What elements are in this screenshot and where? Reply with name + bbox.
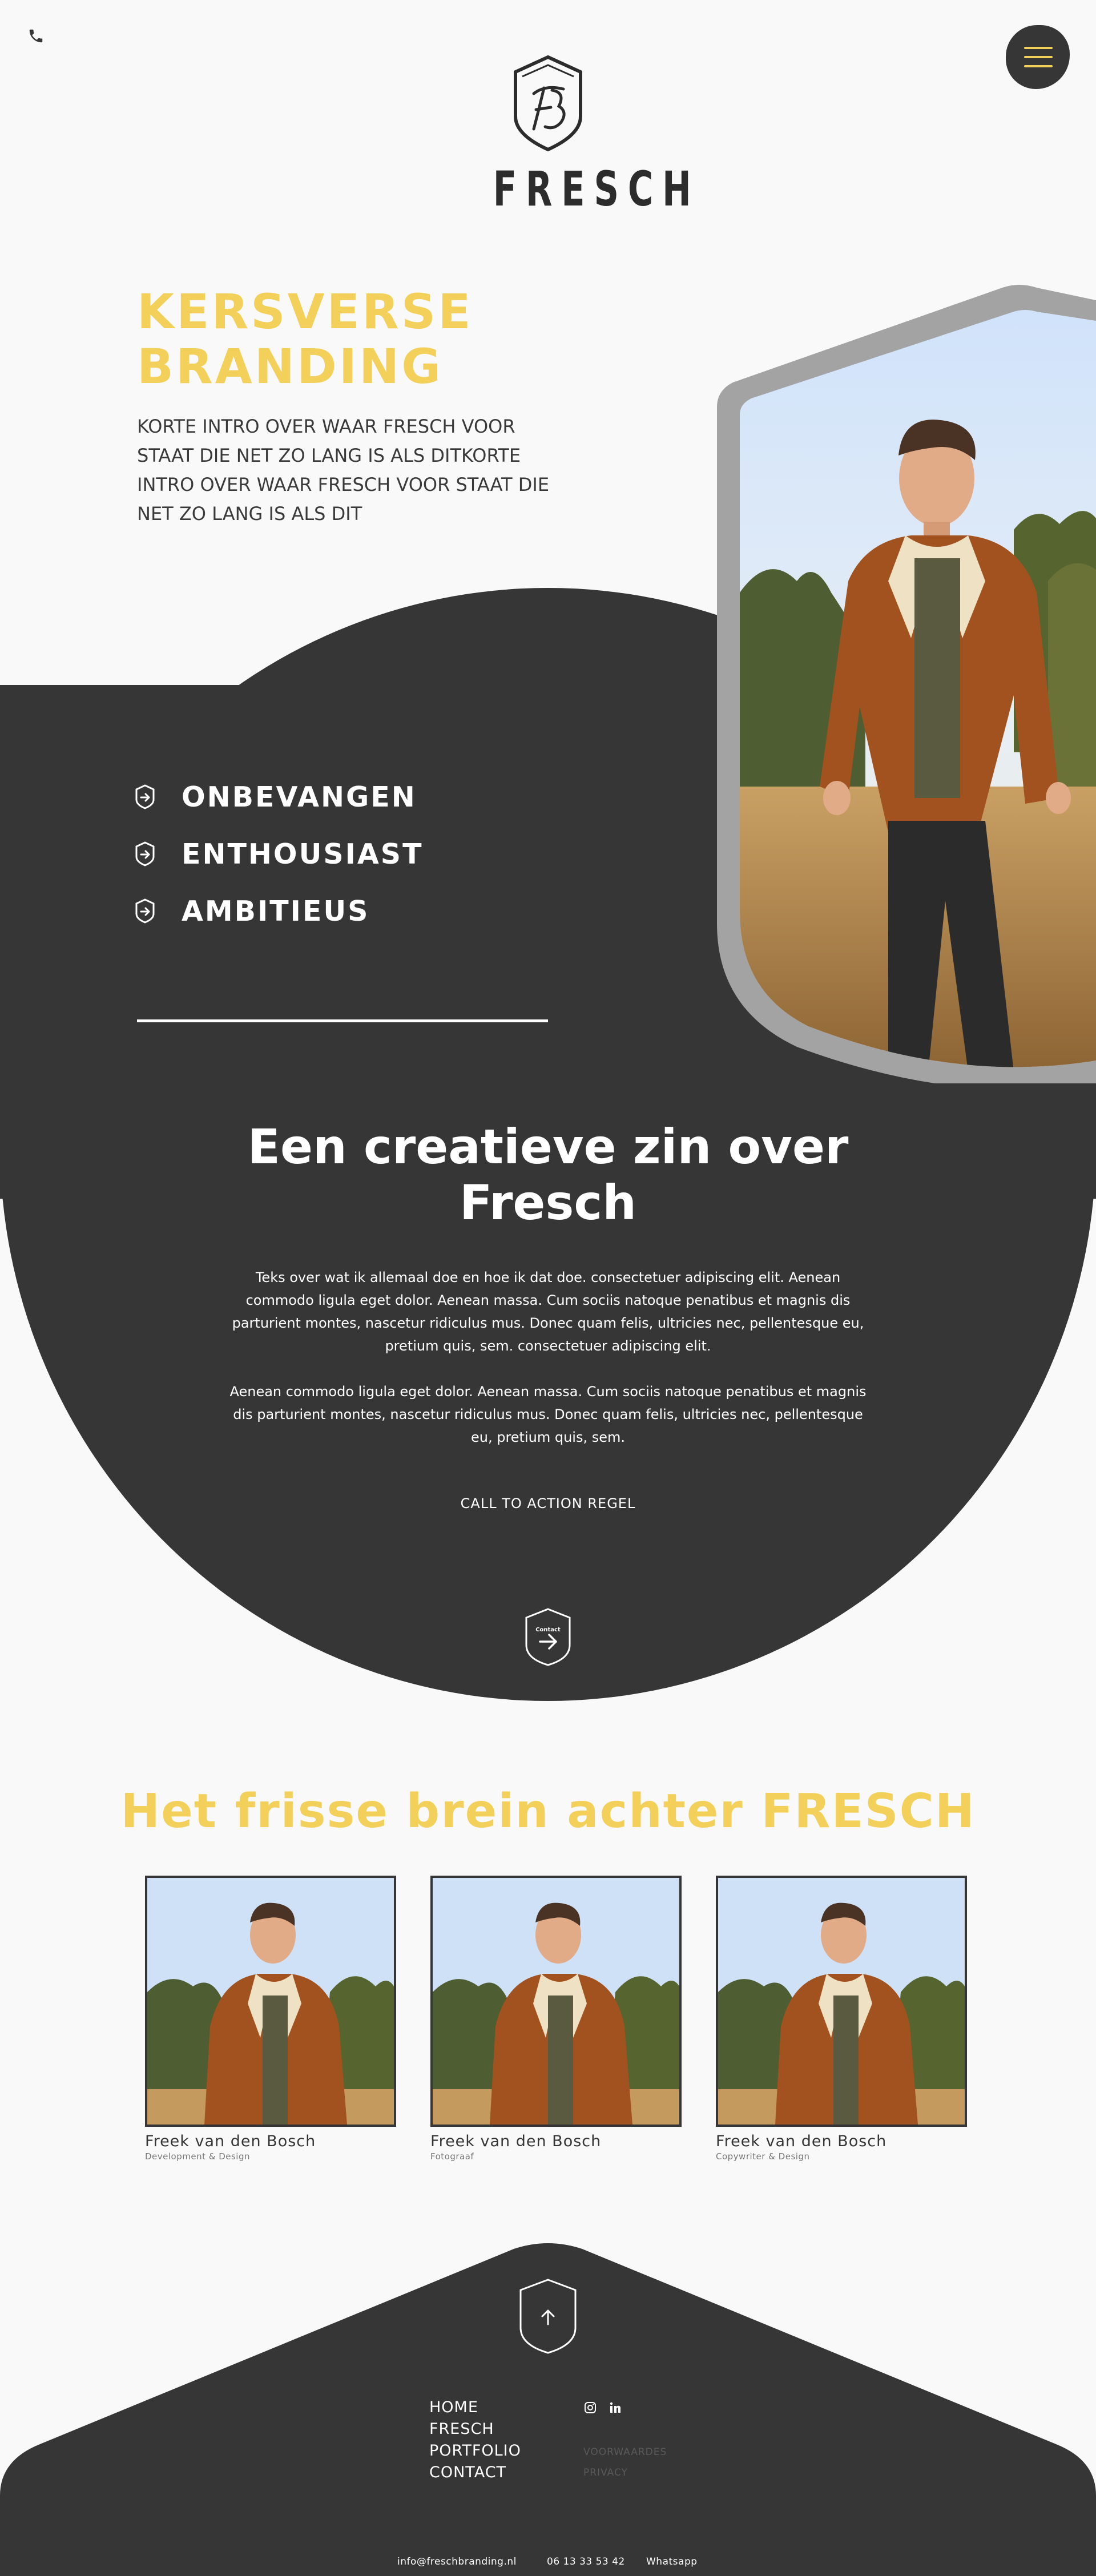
footer-phone-link[interactable]: 06 13 33 53 42 bbox=[547, 2556, 625, 2567]
team-title: Het frisse brein achter FRESCH bbox=[120, 1784, 976, 1839]
footer-nav-fresch[interactable]: FRESCH bbox=[429, 2420, 494, 2438]
team-member-name: Freek van den Bosch bbox=[430, 2132, 602, 2150]
team-member-role: Copywriter & Design bbox=[716, 2151, 810, 2162]
team-member-name: Freek van den Bosch bbox=[145, 2132, 316, 2150]
value-label: ONBEVANGEN bbox=[182, 780, 417, 813]
logo-wordmark: FRESCH bbox=[493, 161, 700, 217]
contact-label: Contact bbox=[535, 1627, 561, 1633]
footer-nav-portfolio[interactable]: PORTFOLIO bbox=[429, 2442, 521, 2460]
footer-legal-voorwaardes[interactable]: VOORWAARDES bbox=[583, 2446, 667, 2458]
value-label: ENTHOUSIAST bbox=[182, 837, 424, 870]
hero-title-line1: KERSVERSE bbox=[137, 284, 473, 340]
footer-legal-privacy[interactable]: PRIVACY bbox=[583, 2467, 628, 2478]
shield-arrow-icon bbox=[135, 784, 155, 809]
creative-paragraph: Teks over wat ik allemaal doe en hoe ik … bbox=[232, 1269, 864, 1354]
shield-arrow-icon bbox=[525, 1608, 571, 1666]
hero-portrait-shield bbox=[717, 285, 1096, 1083]
team-member-card[interactable]: Freek van den Bosch Copywriter & Design bbox=[716, 1876, 967, 2162]
footer-email-link[interactable]: info@freschbranding.nl bbox=[397, 2556, 517, 2567]
hero-title-line2: BRANDING bbox=[137, 338, 444, 394]
contact-button[interactable]: Contact bbox=[524, 1607, 572, 1667]
shield-arrow-icon bbox=[135, 841, 155, 866]
hamburger-menu-icon[interactable] bbox=[1006, 25, 1070, 89]
value-item: ONBEVANGEN bbox=[135, 780, 417, 814]
value-item: ENTHOUSIAST bbox=[135, 837, 424, 871]
fresch-crest-icon bbox=[514, 55, 582, 152]
hero-title: KERSVERSE BRANDING bbox=[137, 284, 537, 394]
team-member-role: Fotograaf bbox=[430, 2151, 474, 2162]
shield-arrow-up-icon bbox=[519, 2279, 577, 2354]
team-member-card[interactable]: Freek van den Bosch Development & Design bbox=[145, 1876, 396, 2162]
value-label: AMBITIEUS bbox=[182, 894, 370, 928]
hero-intro: KORTE INTRO OVER WAAR FRESCH VOOR STAAT … bbox=[137, 416, 550, 525]
value-item: AMBITIEUS bbox=[135, 894, 369, 928]
team-member-photo bbox=[145, 1876, 396, 2127]
creative-paragraph: Aenean commodo ligula eget dolor. Aenean… bbox=[229, 1384, 867, 1445]
scroll-to-top-button[interactable] bbox=[517, 2277, 579, 2355]
team-member-name: Freek van den Bosch bbox=[716, 2132, 887, 2150]
creative-title-line1: Een creatieve zin over bbox=[247, 1119, 849, 1175]
team-member-card[interactable]: Freek van den Bosch Fotograaf bbox=[430, 1876, 682, 2162]
footer-nav-contact[interactable]: CONTACT bbox=[429, 2464, 506, 2481]
call-to-action-link[interactable]: CALL TO ACTION REGEL bbox=[377, 1495, 719, 1511]
team-member-photo bbox=[716, 1876, 967, 2127]
team-member-photo bbox=[430, 1876, 682, 2127]
fresch-logo[interactable]: FRESCH bbox=[457, 55, 691, 217]
shield-arrow-icon bbox=[135, 898, 155, 924]
instagram-icon[interactable] bbox=[583, 2401, 597, 2414]
footer-whatsapp-link[interactable]: Whatsapp bbox=[646, 2556, 698, 2567]
footer-nav-home[interactable]: HOME bbox=[429, 2398, 478, 2416]
creative-title: Een creatieve zin over Fresch bbox=[206, 1119, 890, 1231]
phone-icon[interactable] bbox=[27, 27, 45, 45]
section-divider bbox=[137, 1019, 548, 1022]
linkedin-icon[interactable] bbox=[609, 2401, 622, 2414]
team-member-role: Development & Design bbox=[145, 2151, 251, 2162]
creative-title-line2: Fresch bbox=[460, 1175, 636, 1231]
